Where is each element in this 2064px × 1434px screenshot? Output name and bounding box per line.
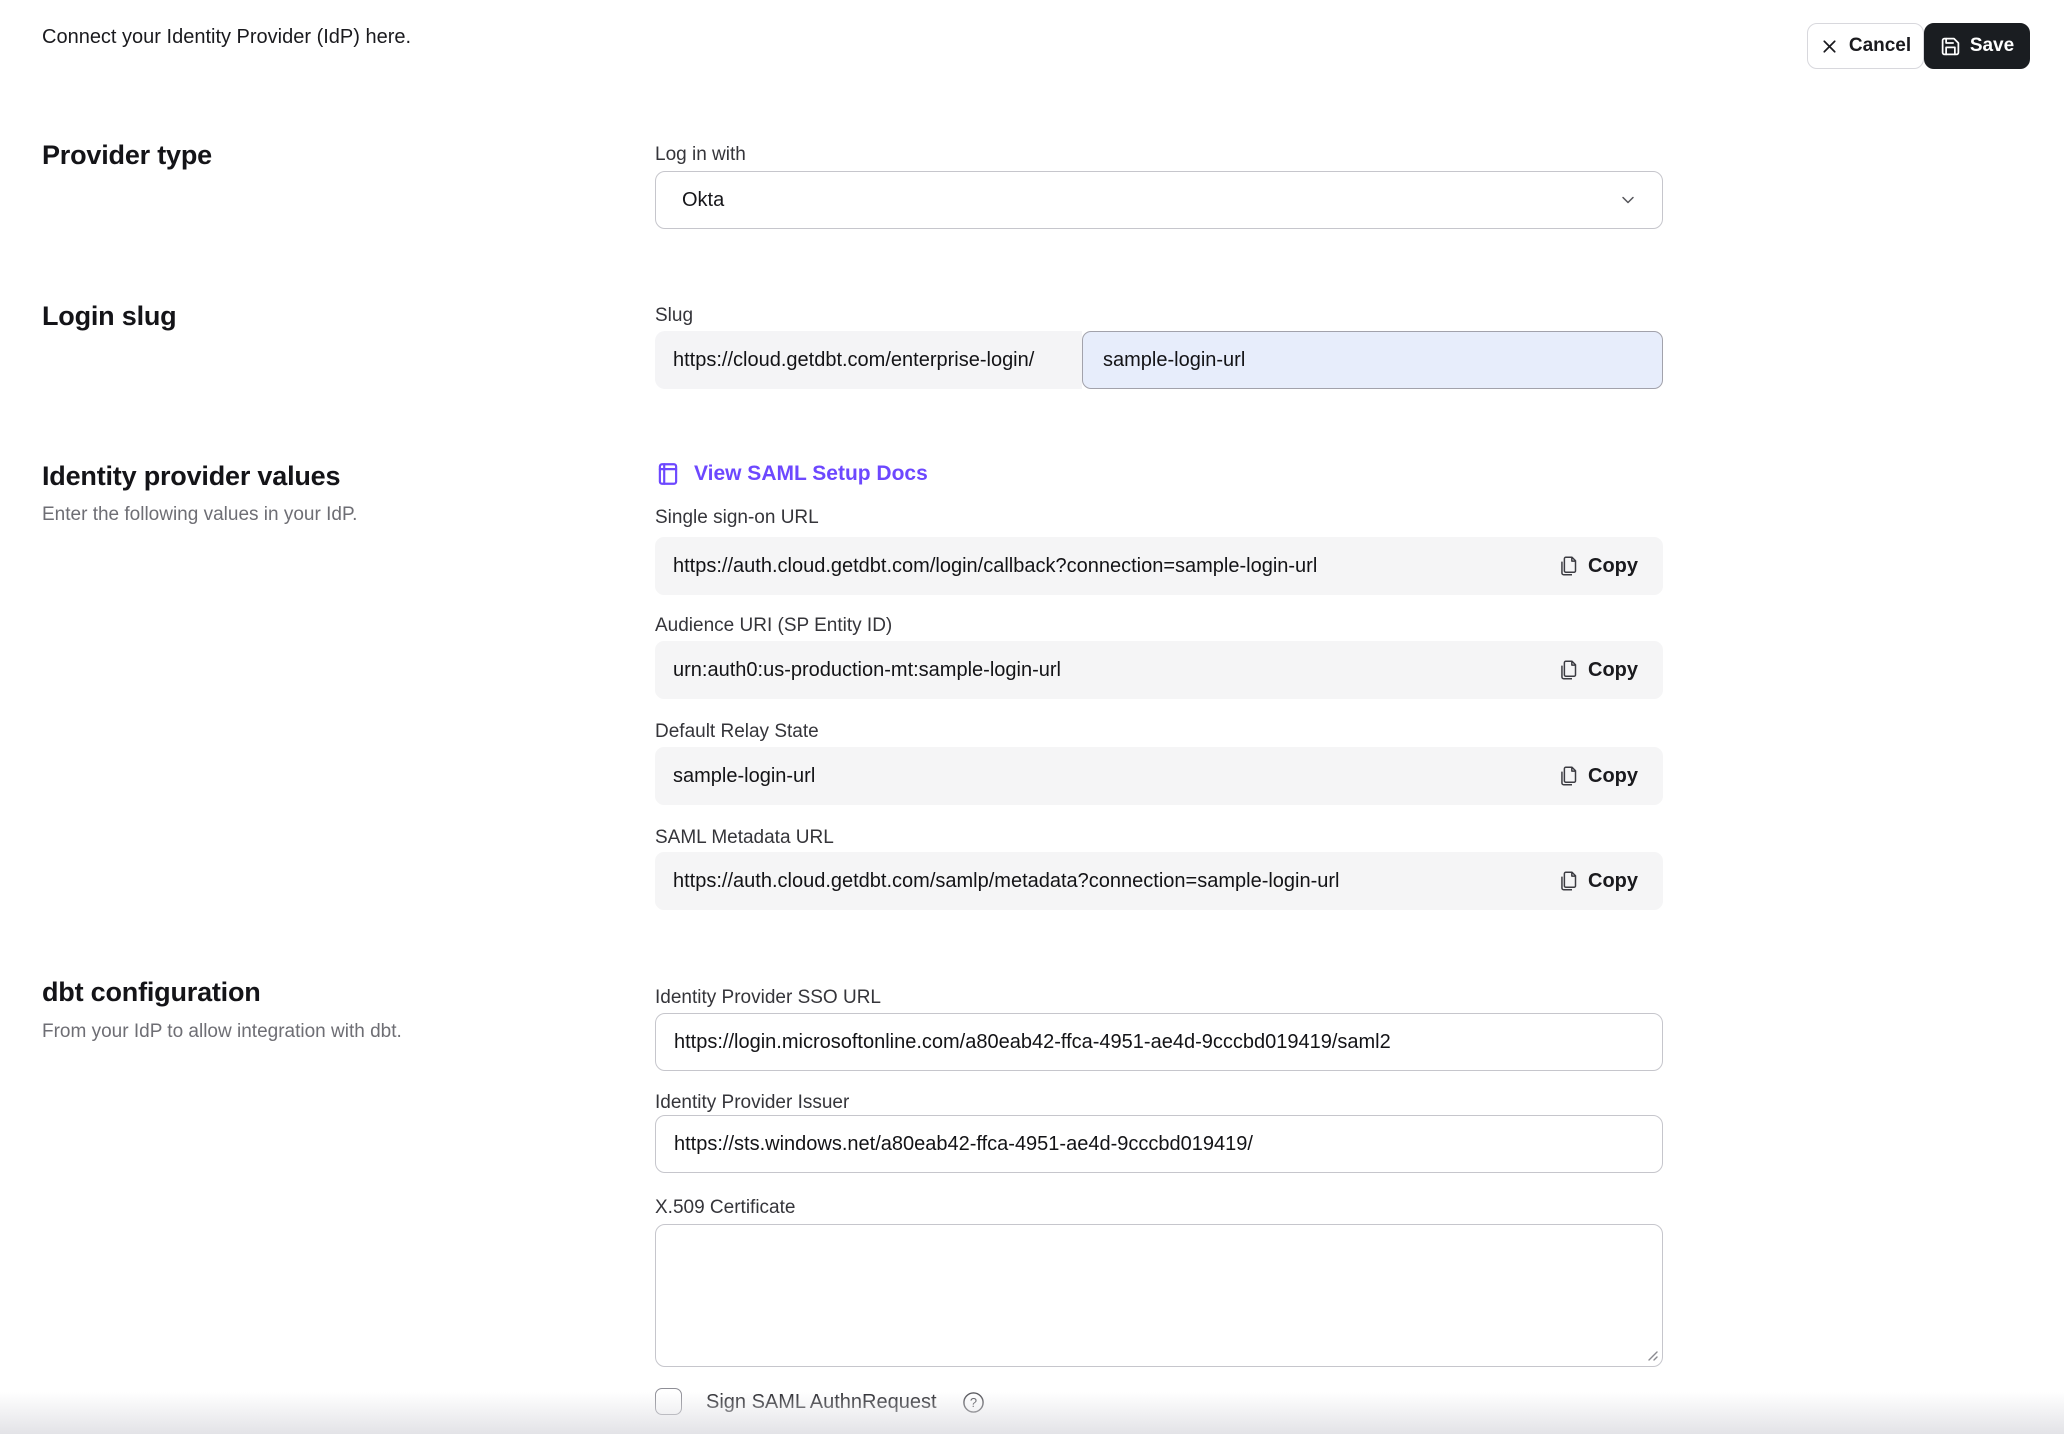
svg-text:?: ? <box>970 1395 977 1410</box>
cancel-button-label: Cancel <box>1849 35 1911 57</box>
saml-docs-link-label: View SAML Setup Docs <box>694 462 928 486</box>
metadata-url-value: https://auth.cloud.getdbt.com/samlp/meta… <box>673 870 1340 893</box>
x509-certificate-wrap <box>655 1224 1663 1367</box>
idp-issuer-input[interactable] <box>655 1115 1663 1173</box>
relay-state-label: Default Relay State <box>655 720 819 743</box>
provider-select[interactable]: Okta <box>655 171 1663 229</box>
copy-relay-state-button[interactable]: Copy <box>1558 764 1638 788</box>
chevron-down-icon <box>1618 190 1638 210</box>
sign-authn-label: Sign SAML AuthnRequest <box>706 1390 937 1414</box>
bottom-scroll-fade <box>0 1392 2064 1434</box>
dbt-configuration-heading: dbt configuration <box>42 976 261 1009</box>
idp-issuer-label: Identity Provider Issuer <box>655 1091 849 1114</box>
provider-select-value: Okta <box>682 189 1618 212</box>
copy-button-label: Copy <box>1588 765 1638 788</box>
floppy-disk-icon <box>1940 36 1961 57</box>
metadata-url-label: SAML Metadata URL <box>655 826 834 849</box>
idp-sso-url-label: Identity Provider SSO URL <box>655 986 881 1009</box>
provider-type-heading: Provider type <box>42 139 212 172</box>
copy-icon <box>1558 554 1579 578</box>
metadata-url-field: https://auth.cloud.getdbt.com/samlp/meta… <box>655 852 1663 910</box>
page-title: Connect your Identity Provider (IdP) her… <box>42 25 411 49</box>
x509-certificate-textarea[interactable] <box>655 1224 1663 1367</box>
slug-prefix: https://cloud.getdbt.com/enterprise-logi… <box>655 331 1082 389</box>
copy-button-label: Copy <box>1588 659 1638 682</box>
dbt-configuration-subtitle: From your IdP to allow integration with … <box>42 1020 402 1043</box>
sso-url-label: Single sign-on URL <box>655 506 819 529</box>
sso-url-value: https://auth.cloud.getdbt.com/login/call… <box>673 555 1317 578</box>
cancel-button[interactable]: Cancel <box>1807 23 1924 69</box>
sso-url-field: https://auth.cloud.getdbt.com/login/call… <box>655 537 1663 595</box>
copy-button-label: Copy <box>1588 555 1638 578</box>
audience-uri-label: Audience URI (SP Entity ID) <box>655 614 892 637</box>
x509-certificate-label: X.509 Certificate <box>655 1196 795 1219</box>
slug-input[interactable] <box>1082 331 1663 389</box>
login-with-label: Log in with <box>655 143 746 166</box>
saml-docs-link[interactable]: View SAML Setup Docs <box>655 461 928 487</box>
copy-metadata-url-button[interactable]: Copy <box>1558 869 1638 893</box>
audience-uri-value: urn:auth0:us-production-mt:sample-login-… <box>673 659 1061 682</box>
save-button[interactable]: Save <box>1924 23 2030 69</box>
copy-button-label: Copy <box>1588 870 1638 893</box>
copy-icon <box>1558 658 1579 682</box>
copy-audience-uri-button[interactable]: Copy <box>1558 658 1638 682</box>
audience-uri-field: urn:auth0:us-production-mt:sample-login-… <box>655 641 1663 699</box>
idp-values-heading: Identity provider values <box>42 460 340 493</box>
copy-icon <box>1558 764 1579 788</box>
copy-icon <box>1558 869 1579 893</box>
login-slug-heading: Login slug <box>42 300 176 333</box>
book-icon <box>655 461 681 487</box>
slug-label: Slug <box>655 304 693 327</box>
copy-sso-url-button[interactable]: Copy <box>1558 554 1638 578</box>
idp-sso-url-input[interactable] <box>655 1013 1663 1071</box>
x-icon <box>1820 37 1839 56</box>
question-circle-icon[interactable]: ? <box>962 1391 985 1414</box>
save-button-label: Save <box>1970 35 2014 57</box>
relay-state-value: sample-login-url <box>673 765 815 788</box>
relay-state-field: sample-login-url Copy <box>655 747 1663 805</box>
idp-values-subtitle: Enter the following values in your IdP. <box>42 503 357 526</box>
sign-authn-checkbox[interactable] <box>655 1388 682 1415</box>
